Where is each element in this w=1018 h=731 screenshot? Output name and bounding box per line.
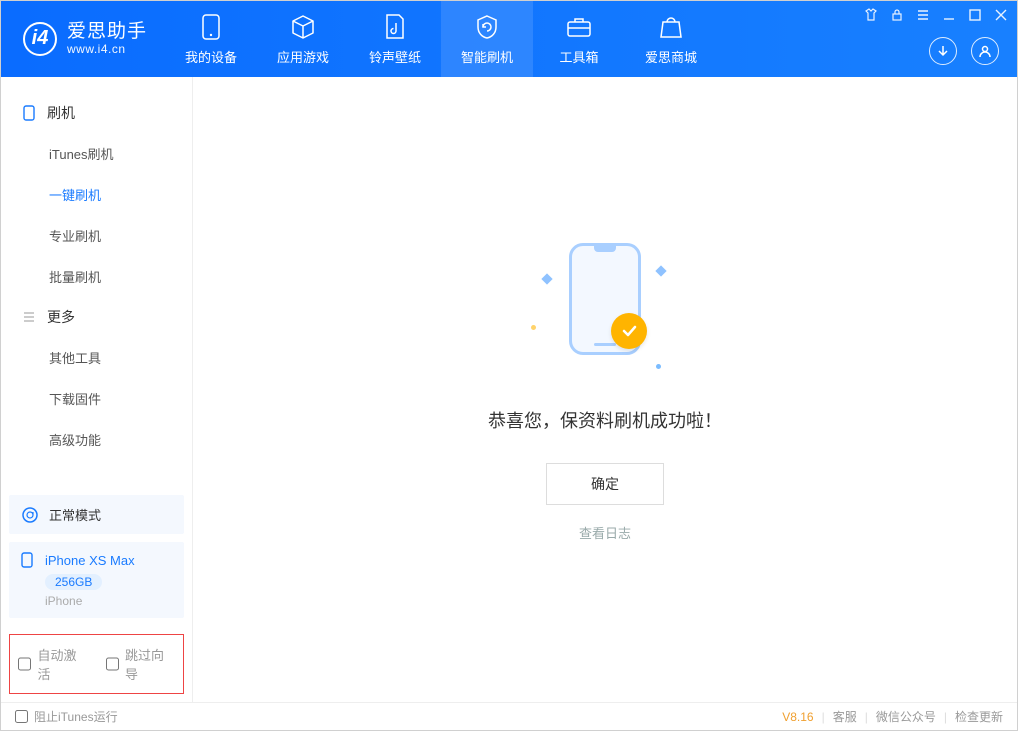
app-body: 刷机 iTunes刷机 一键刷机 专业刷机 批量刷机 更多 其他工具 下载固件 … [1, 77, 1017, 702]
nav-label: 铃声壁纸 [369, 47, 421, 66]
nav-store[interactable]: 爱思商城 [625, 1, 717, 77]
nav-smart-flash[interactable]: 智能刷机 [441, 1, 533, 77]
device-mode-label: 正常模式 [49, 505, 101, 524]
sidebar-group-more: 更多 [1, 297, 192, 337]
nav-label: 应用游戏 [277, 47, 329, 66]
toolbox-icon [565, 13, 593, 41]
bag-icon [657, 13, 685, 41]
close-button[interactable] [993, 7, 1009, 23]
success-illustration [525, 237, 685, 377]
checkbox-auto-activate[interactable]: 自动激活 [18, 645, 88, 683]
flash-options-highlight: 自动激活 跳过向导 [9, 634, 184, 694]
sidebar-group-flash: 刷机 [1, 93, 192, 133]
list-icon [21, 309, 37, 325]
phone-icon [197, 13, 225, 41]
sidebar-item-itunes-flash[interactable]: iTunes刷机 [1, 133, 192, 174]
main-nav: 我的设备 应用游戏 铃声壁纸 智能刷机 工具箱 爱思商城 [165, 1, 717, 77]
music-file-icon [381, 13, 409, 41]
sidebar-item-advanced[interactable]: 高级功能 [1, 419, 192, 460]
nav-my-device[interactable]: 我的设备 [165, 1, 257, 77]
block-itunes-label: 阻止iTunes运行 [34, 708, 118, 725]
view-log-link[interactable]: 查看日志 [579, 523, 631, 542]
block-itunes-checkbox[interactable] [15, 710, 28, 723]
minimize-button[interactable] [941, 7, 957, 23]
logo-icon: i4 [23, 22, 57, 56]
main-content: 恭喜您，保资料刷机成功啦！ 确定 查看日志 [193, 77, 1017, 702]
support-link[interactable]: 客服 [833, 708, 857, 725]
app-header: i4 爱思助手 www.i4.cn 我的设备 应用游戏 铃声壁纸 智能刷机 工具… [1, 1, 1017, 77]
version-label: V8.16 [782, 710, 813, 724]
status-bar: 阻止iTunes运行 V8.16 | 客服 | 微信公众号 | 检查更新 [1, 702, 1017, 730]
nav-apps-games[interactable]: 应用游戏 [257, 1, 349, 77]
app-name: 爱思助手 [67, 22, 147, 43]
app-logo: i4 爱思助手 www.i4.cn [1, 22, 165, 56]
nav-toolbox[interactable]: 工具箱 [533, 1, 625, 77]
refresh-shield-icon [473, 13, 501, 41]
sync-icon [21, 506, 39, 524]
check-badge-icon [611, 313, 647, 349]
ok-button[interactable]: 确定 [546, 463, 664, 505]
lock-icon[interactable] [889, 7, 905, 23]
user-button[interactable] [971, 37, 999, 65]
dot-decoration [656, 364, 661, 369]
nav-label: 智能刷机 [461, 47, 513, 66]
sparkle-icon [655, 265, 666, 276]
nav-label: 爱思商城 [645, 47, 697, 66]
checkbox-label: 跳过向导 [125, 645, 175, 683]
app-url: www.i4.cn [67, 43, 147, 56]
shirt-icon[interactable] [863, 7, 879, 23]
device-mode-status[interactable]: 正常模式 [9, 495, 184, 534]
wechat-link[interactable]: 微信公众号 [876, 708, 936, 725]
sidebar-item-other-tools[interactable]: 其他工具 [1, 337, 192, 378]
phone-small-icon [21, 552, 37, 568]
nav-label: 我的设备 [185, 47, 237, 66]
checkbox-input[interactable] [106, 657, 119, 671]
sidebar-item-batch-flash[interactable]: 批量刷机 [1, 256, 192, 297]
window-controls [863, 7, 1009, 23]
device-name: iPhone XS Max [45, 553, 135, 568]
menu-icon[interactable] [915, 7, 931, 23]
cube-icon [289, 13, 317, 41]
success-message: 恭喜您，保资料刷机成功啦！ [488, 407, 722, 433]
checkbox-label: 自动激活 [37, 645, 87, 683]
header-actions [929, 37, 999, 65]
nav-label: 工具箱 [560, 47, 599, 66]
device-rect-icon [21, 105, 37, 121]
sidebar-item-oneclick-flash[interactable]: 一键刷机 [1, 174, 192, 215]
sidebar-item-download-firmware[interactable]: 下载固件 [1, 378, 192, 419]
sidebar-group-title: 刷机 [47, 103, 75, 123]
maximize-button[interactable] [967, 7, 983, 23]
nav-ringtone-wallpaper[interactable]: 铃声壁纸 [349, 1, 441, 77]
checkbox-skip-guide[interactable]: 跳过向导 [106, 645, 176, 683]
download-button[interactable] [929, 37, 957, 65]
sparkle-icon [541, 273, 552, 284]
device-info[interactable]: iPhone XS Max 256GB iPhone [9, 542, 184, 618]
sidebar: 刷机 iTunes刷机 一键刷机 专业刷机 批量刷机 更多 其他工具 下载固件 … [1, 77, 193, 702]
check-update-link[interactable]: 检查更新 [955, 708, 1003, 725]
device-storage: 256GB [45, 574, 102, 590]
checkbox-input[interactable] [18, 657, 31, 671]
device-type: iPhone [45, 594, 172, 608]
sidebar-group-title: 更多 [47, 307, 75, 327]
dot-decoration [531, 325, 536, 330]
sidebar-item-pro-flash[interactable]: 专业刷机 [1, 215, 192, 256]
